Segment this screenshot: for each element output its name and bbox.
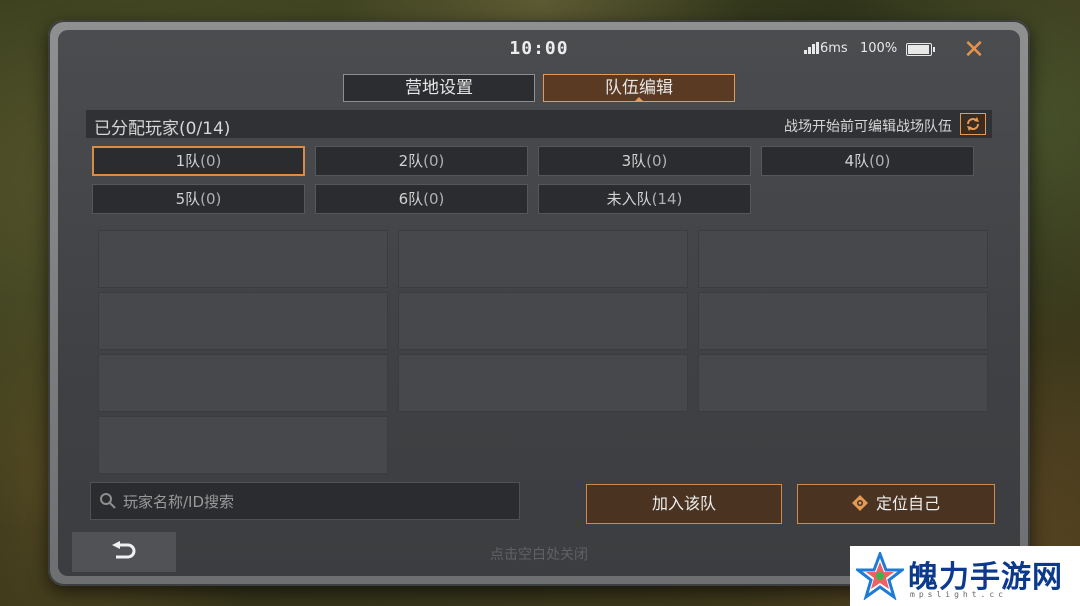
tab-team-edit[interactable]: 队伍编辑 [543, 74, 735, 102]
watermark-subtext: mpslight.cc [910, 590, 1007, 599]
player-slot[interactable] [98, 230, 388, 288]
team-button-3[interactable]: 3队(0) [538, 146, 751, 176]
player-slot[interactable] [698, 292, 988, 350]
team-name: 2队 [398, 152, 424, 170]
battery-text: 100% [860, 41, 898, 56]
battery-icon [906, 43, 935, 56]
close-icon: ✕ [963, 35, 985, 65]
assigned-title: 已分配玩家(0/14) [94, 119, 231, 139]
team-count: (0) [646, 152, 668, 170]
team-count: (0) [869, 152, 891, 170]
search-icon [100, 493, 116, 509]
close-button[interactable]: ✕ [958, 34, 990, 66]
team-name: 3队 [621, 152, 647, 170]
refresh-icon [967, 117, 979, 131]
player-slot[interactable] [398, 292, 688, 350]
team-button-5[interactable]: 5队(0) [92, 184, 305, 214]
refresh-button[interactable] [960, 113, 986, 135]
player-slot[interactable] [398, 354, 688, 412]
player-slot[interactable] [398, 230, 688, 288]
panel-frame: 10:00 6ms 100% ✕ 营地设置 队伍编辑 已分配玩家(0/14) 战… [48, 20, 1030, 586]
team-count: (0) [200, 190, 222, 208]
player-slot-grid [98, 230, 992, 474]
team-name: 6队 [398, 190, 424, 208]
team-button-4[interactable]: 4队(0) [761, 146, 974, 176]
player-slot[interactable] [698, 230, 988, 288]
empty-cell [698, 416, 988, 472]
search-input[interactable] [121, 483, 513, 521]
empty-cell [398, 416, 688, 472]
star-logo-icon [856, 552, 904, 600]
player-slot[interactable] [98, 292, 388, 350]
join-team-button[interactable]: 加入该队 [586, 484, 782, 524]
team-button-6[interactable]: 6队(0) [315, 184, 528, 214]
team-name: 未入队 [606, 190, 652, 208]
player-slot[interactable] [98, 354, 388, 412]
team-button-1[interactable]: 1队(0) [92, 146, 305, 176]
team-name: 5队 [175, 190, 201, 208]
team-grid: 1队(0) 2队(0) 3队(0) 4队(0) 5队(0) 6队(0) 未入队(… [92, 146, 976, 214]
locate-self-label: 定位自己 [875, 494, 940, 513]
team-edit-panel: 10:00 6ms 100% ✕ 营地设置 队伍编辑 已分配玩家(0/14) 战… [58, 30, 1020, 576]
status-bar: 10:00 6ms 100% ✕ [58, 30, 1020, 68]
tab-camp-settings[interactable]: 营地设置 [343, 74, 535, 102]
search-box [90, 482, 520, 521]
team-count: (14) [651, 190, 683, 208]
team-name: 1队 [175, 152, 201, 170]
assigned-header: 已分配玩家(0/14) 战场开始前可编辑战场队伍 [86, 110, 992, 139]
tab-bar: 营地设置 队伍编辑 [58, 74, 1020, 102]
edit-hint: 战场开始前可编辑战场队伍 [784, 119, 952, 135]
team-count: (0) [423, 152, 445, 170]
locate-self-button[interactable]: 定位自己 [797, 484, 995, 524]
team-name: 4队 [844, 152, 870, 170]
signal-icon [804, 42, 819, 54]
player-slot[interactable] [698, 354, 988, 412]
team-button-2[interactable]: 2队(0) [315, 146, 528, 176]
ping-text: 6ms [820, 41, 848, 56]
team-count: (0) [423, 190, 445, 208]
team-count: (0) [200, 152, 222, 170]
watermark-logo: 魄力手游网 mpslight.cc [850, 546, 1080, 606]
team-button-unassigned[interactable]: 未入队(14) [538, 184, 751, 214]
crosshair-icon [851, 495, 868, 511]
player-slot[interactable] [98, 416, 388, 474]
